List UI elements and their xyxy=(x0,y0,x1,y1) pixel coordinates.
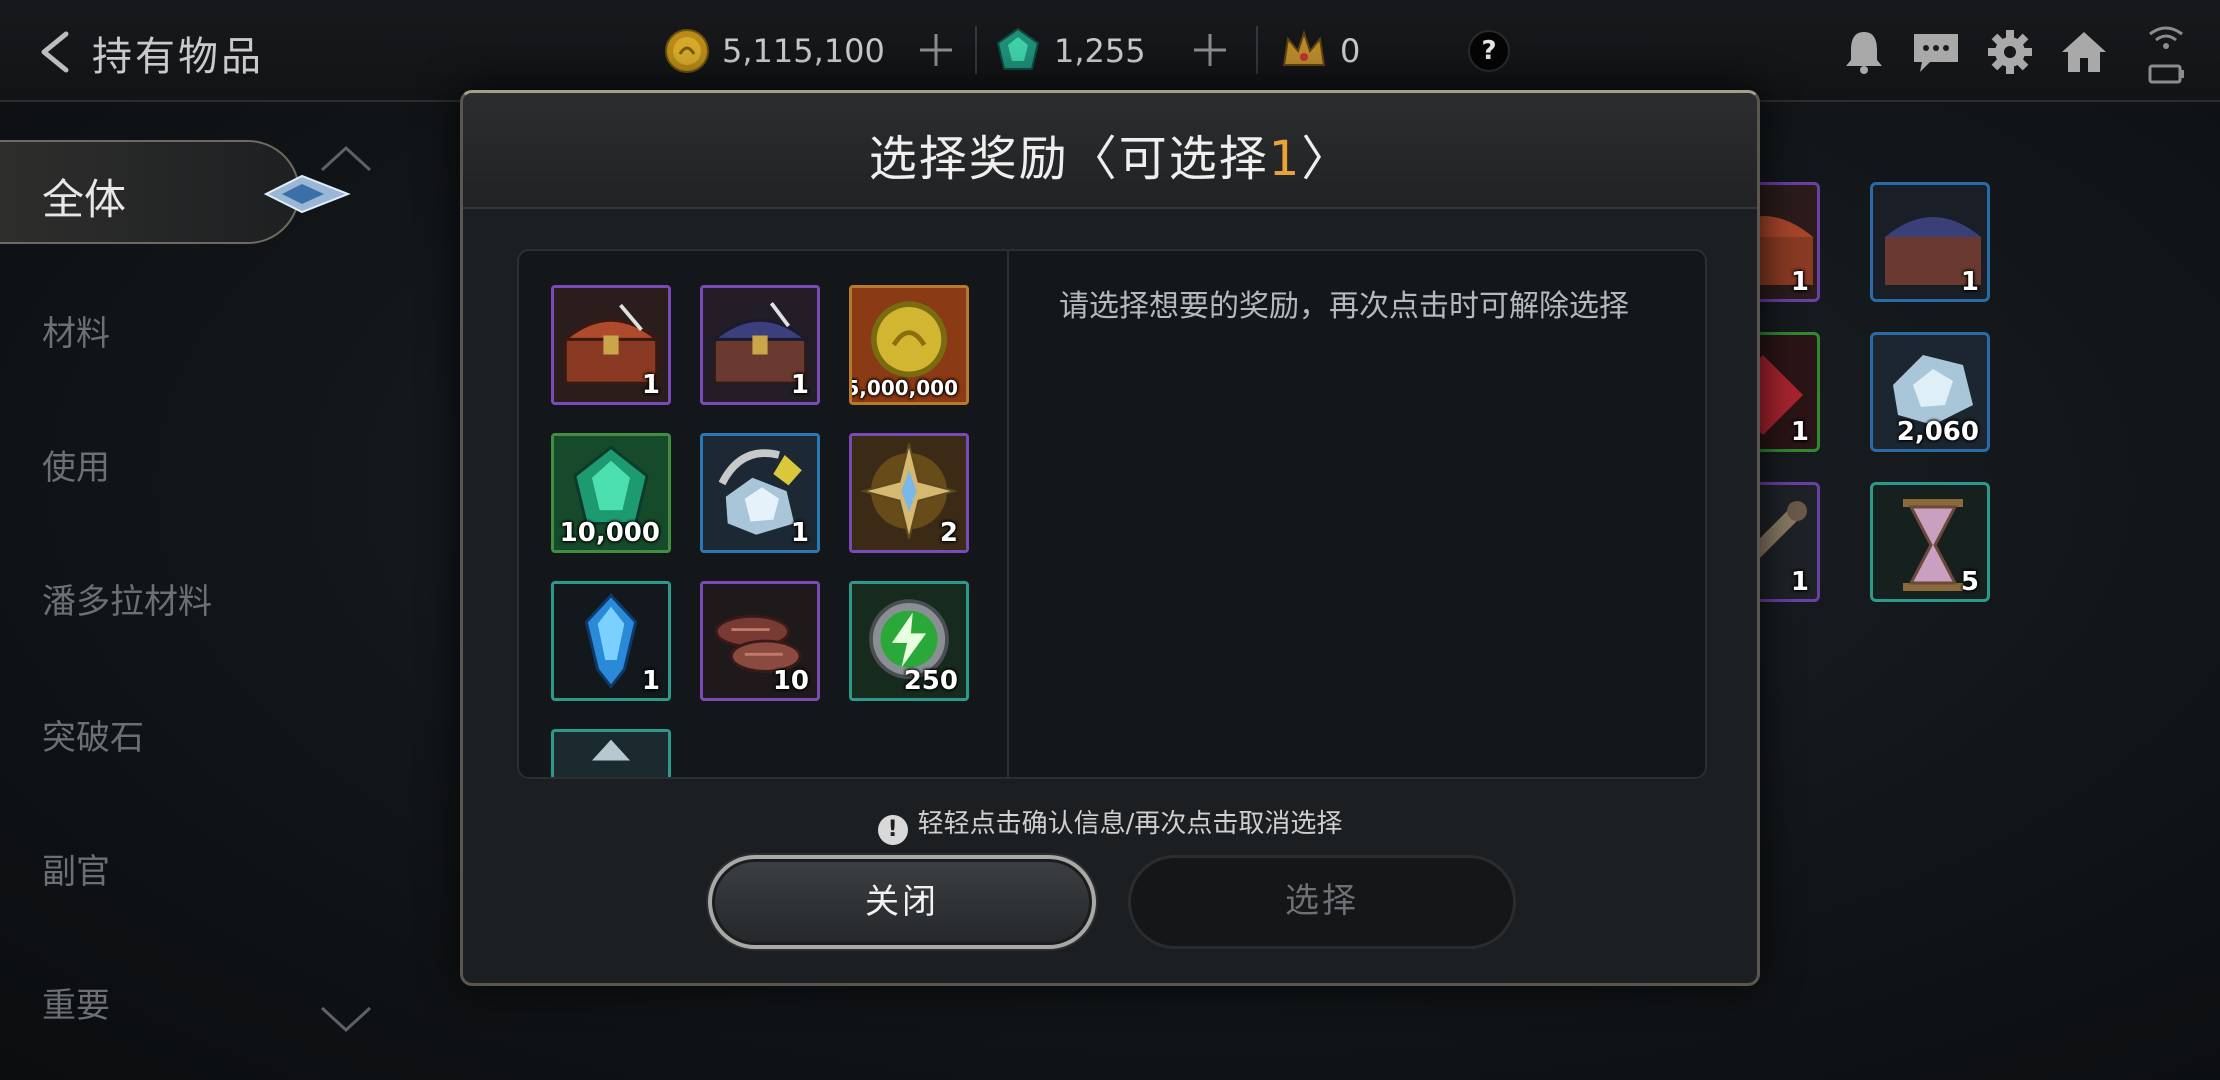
reward-grid[interactable]: 1 1 5,000,000 10,000 1 2 1 10 250 xyxy=(519,251,1009,777)
help-button[interactable]: ? xyxy=(1468,30,1510,72)
reward-slot[interactable]: 1 xyxy=(700,433,820,553)
close-button[interactable]: 关闭 xyxy=(708,855,1096,949)
select-button[interactable]: 选择 xyxy=(1128,855,1516,949)
item-count: 1 xyxy=(1790,417,1809,447)
reward-slot[interactable]: 10 xyxy=(700,581,820,701)
exclamation-icon: ! xyxy=(877,815,908,845)
reward-slot[interactable]: 250 xyxy=(849,581,969,701)
home-icon[interactable] xyxy=(2058,28,2110,76)
category-all-selected[interactable]: 全体 xyxy=(0,140,351,244)
reward-count: 1 xyxy=(790,518,809,548)
chat-icon[interactable] xyxy=(1910,28,1962,76)
reward-count: 1 xyxy=(790,370,809,400)
reward-count: 2 xyxy=(939,518,958,548)
gold-coin-icon xyxy=(665,29,709,73)
reward-count: 250 xyxy=(903,666,958,696)
category-materials[interactable]: 材料 xyxy=(42,306,110,355)
title-count: 1 xyxy=(1268,131,1302,187)
top-bar: 持有物品 5,115,100 1,255 0 ? xyxy=(0,0,2220,102)
reward-slot-partial[interactable] xyxy=(551,729,671,777)
inventory-item[interactable]: 1 xyxy=(1870,182,1990,302)
reward-slot[interactable]: 1 xyxy=(551,285,671,405)
reward-count: 10,000 xyxy=(559,518,660,548)
dialog-title: 选择奖励〈可选择1〉 xyxy=(463,119,1757,189)
category-adjutant[interactable]: 副官 xyxy=(42,844,110,893)
title-text: 选择奖励〈可选择 xyxy=(868,131,1269,187)
add-gold-button[interactable] xyxy=(916,30,956,70)
reward-count: 5,000,000 xyxy=(849,376,958,400)
selection-gem-icon xyxy=(263,174,351,214)
wifi-battery-icon xyxy=(2148,26,2184,84)
category-use[interactable]: 使用 xyxy=(42,440,110,489)
category-pandora-materials[interactable]: 潘多拉材料 xyxy=(42,574,212,623)
back-arrow-icon[interactable] xyxy=(36,30,76,74)
scroll-up-icon[interactable] xyxy=(318,144,374,174)
item-count: 1 xyxy=(1960,267,1979,297)
reward-slot[interactable]: 2 xyxy=(849,433,969,553)
reward-select-dialog: 选择奖励〈可选择1〉 1 1 5,000,000 10,000 1 2 1 10… xyxy=(460,90,1760,986)
selection-hint: 请选择想要的奖励，再次点击时可解除选择 xyxy=(1059,289,1629,324)
reward-count: 1 xyxy=(641,666,660,696)
reward-count: 10 xyxy=(772,666,809,696)
add-gem-button[interactable] xyxy=(1190,30,1230,70)
category-breakthrough-stone[interactable]: 突破石 xyxy=(42,710,144,759)
item-count: 5 xyxy=(1960,567,1979,597)
category-label: 全体 xyxy=(42,175,127,224)
reward-panel: 1 1 5,000,000 10,000 1 2 1 10 250 请选择想要的… xyxy=(517,249,1707,779)
crown-icon xyxy=(1282,29,1326,66)
green-gem-icon xyxy=(996,27,1040,70)
dialog-header: 选择奖励〈可选择1〉 xyxy=(463,93,1757,209)
gear-icon[interactable] xyxy=(1984,28,2036,76)
reward-slot[interactable]: 5,000,000 xyxy=(849,285,969,405)
bell-icon[interactable] xyxy=(1838,28,1890,76)
crown-amount: 0 xyxy=(1340,32,1361,70)
reward-slot[interactable]: 1 xyxy=(700,285,820,405)
reward-slot[interactable]: 10,000 xyxy=(551,433,671,553)
gold-amount: 5,115,100 xyxy=(722,32,885,70)
divider xyxy=(975,26,977,74)
category-important[interactable]: 重要 xyxy=(42,978,110,1027)
reward-count: 1 xyxy=(641,370,660,400)
title-bracket: 〉 xyxy=(1301,131,1352,187)
item-count: 2,060 xyxy=(1896,417,1979,447)
note-text: 轻轻点击确认信息/再次点击取消选择 xyxy=(917,809,1343,839)
inventory-item[interactable]: 5 xyxy=(1870,482,1990,602)
info-note: ! 轻轻点击确认信息/再次点击取消选择 xyxy=(463,803,1757,845)
crown-counter: 0 xyxy=(1280,26,1360,76)
reward-slot[interactable]: 1 xyxy=(551,581,671,701)
partial-item-icon xyxy=(554,732,668,777)
gem-counter: 1,255 xyxy=(994,26,1146,76)
item-count: 1 xyxy=(1790,567,1809,597)
item-count: 1 xyxy=(1790,267,1809,297)
page-title: 持有物品 xyxy=(92,34,264,80)
gold-counter: 5,115,100 xyxy=(664,26,885,76)
scroll-down-icon[interactable] xyxy=(318,1004,374,1034)
gem-amount: 1,255 xyxy=(1054,32,1146,70)
divider xyxy=(1256,26,1258,74)
inventory-item[interactable]: 2,060 xyxy=(1870,332,1990,452)
